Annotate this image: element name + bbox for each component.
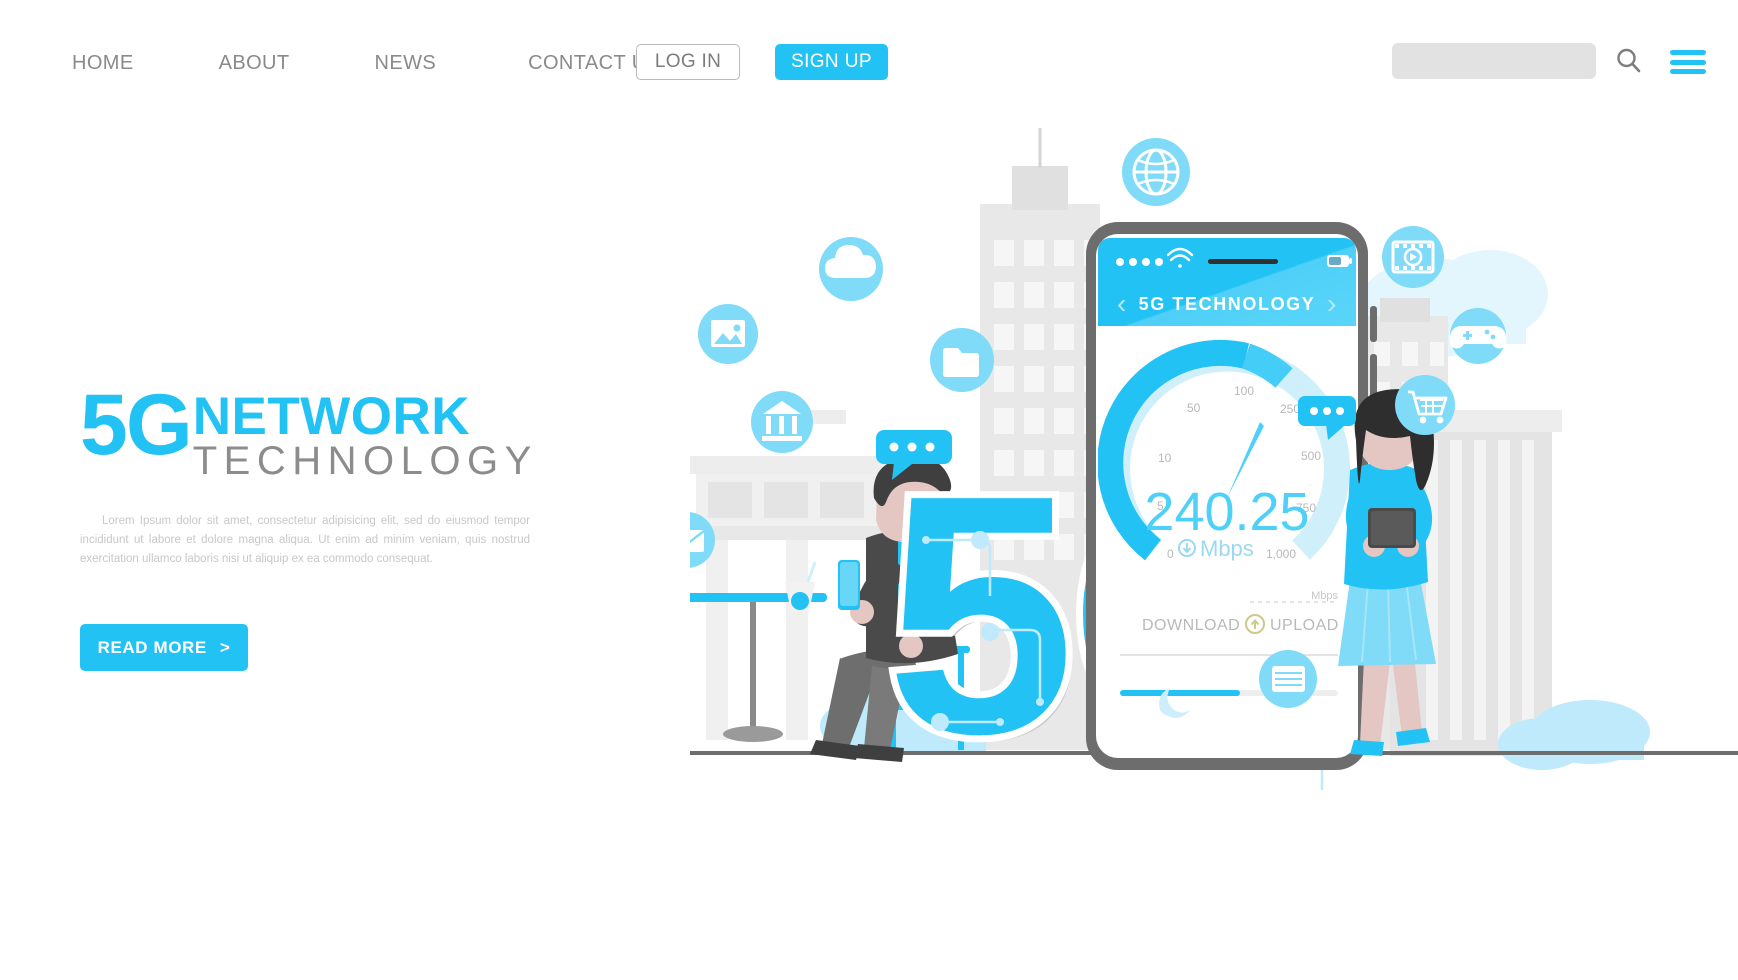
phone-notch-bar (1208, 259, 1278, 264)
speed-unit: Mbps (1200, 536, 1254, 561)
battery-icon (1327, 255, 1352, 267)
svg-text:50: 50 (1187, 401, 1201, 415)
folder-icon[interactable] (930, 328, 994, 392)
svg-text:0: 0 (1167, 547, 1174, 561)
svg-text:500: 500 (1301, 449, 1321, 463)
title-right-block: NETWORK TECHNOLOGY (192, 386, 538, 484)
cloud-icon[interactable] (819, 237, 883, 301)
globe-icon[interactable] (1122, 138, 1190, 206)
title-5g: 5G (80, 377, 193, 473)
hamburger-bar (1670, 69, 1706, 74)
hero-paragraph: Lorem Ipsum dolor sit amet, consectetur … (80, 515, 530, 565)
svg-text:1,000: 1,000 (1266, 547, 1296, 561)
bank-icon[interactable] (751, 391, 813, 453)
video-icon[interactable] (1382, 226, 1444, 288)
upload-label: UPLOAD (1270, 617, 1339, 634)
login-button[interactable]: LOG IN (636, 44, 740, 80)
hamburger-bar (1670, 50, 1706, 55)
phone-prev-arrow: ‹ (1117, 288, 1126, 319)
title-network: NETWORK (192, 387, 471, 446)
title-technology: TECHNOLOGY (192, 439, 538, 484)
cart-icon[interactable] (1395, 375, 1455, 435)
download-label: DOWNLOAD (1142, 617, 1240, 634)
top-navigation-bar: HOME ABOUT NEWS CONTACT US LOG IN SIGN U… (0, 43, 1738, 98)
search-input[interactable] (1392, 43, 1596, 79)
read-more-button[interactable]: READ MORE > (80, 624, 248, 672)
nav-link-home[interactable]: HOME (72, 52, 134, 75)
nav-link-news[interactable]: NEWS (375, 52, 437, 75)
page-title: 5G NETWORK TECHNOLOGY (80, 377, 590, 484)
landing-page: HOME ABOUT NEWS CONTACT US LOG IN SIGN U… (0, 0, 1738, 980)
server-icon[interactable] (1259, 650, 1317, 708)
svg-text:100: 100 (1234, 384, 1254, 398)
smartphone: 5G TECHNOLOGY ‹ › 0 5 10 50 100 250 500 … (1086, 222, 1377, 770)
chevron-right-icon: > (219, 637, 231, 657)
phone-header-title: 5G TECHNOLOGY (1139, 294, 1316, 314)
speed-value: 240.25 (1144, 482, 1309, 542)
read-more-label: READ MORE (97, 637, 207, 657)
hamburger-bar (1670, 59, 1706, 65)
signup-button[interactable]: SIGN UP (775, 44, 888, 80)
svg-text:250: 250 (1280, 402, 1300, 416)
phone-next-arrow: › (1327, 288, 1336, 319)
photo-icon[interactable] (698, 304, 758, 364)
hamburger-menu-icon[interactable] (1670, 50, 1706, 74)
search-icon[interactable] (1614, 46, 1644, 76)
metric-unit: Mbps (1311, 590, 1338, 602)
hero-illustration: 5G 5G 5G (690, 110, 1738, 900)
hero-section: 5G NETWORK TECHNOLOGY Lorem Ipsum dolor … (80, 377, 590, 672)
nav-link-about[interactable]: ABOUT (219, 52, 290, 75)
svg-text:10: 10 (1158, 451, 1172, 465)
illustration-svg: 5G 5G 5G (690, 128, 1738, 812)
gamepad-icon[interactable] (1449, 308, 1507, 364)
